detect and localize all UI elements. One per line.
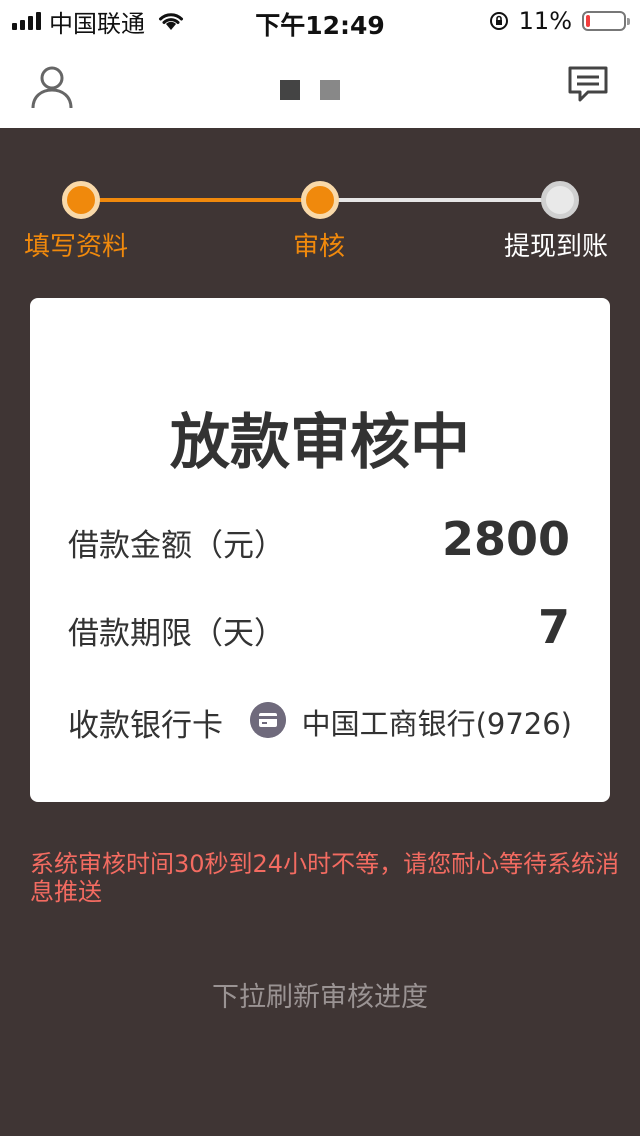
pull-refresh-hint[interactable]: 下拉刷新审核进度: [0, 975, 640, 1014]
bank-card-value: 中国工商银行(9726): [301, 707, 572, 741]
progress-line-pending: [320, 198, 560, 202]
page-dot: [280, 80, 300, 100]
bank-card-label: 收款银行卡: [68, 708, 223, 744]
battery-fill: [586, 15, 590, 27]
status-bar: 中国联通 下午12:49 11%: [0, 0, 640, 42]
step-label-fill-info: 填写资料: [24, 232, 129, 262]
step-label-withdraw: 提现到账: [504, 232, 609, 262]
progress-line-done: [82, 198, 320, 202]
step-dot-withdraw: [541, 181, 579, 219]
step-dot-review: [301, 181, 339, 219]
bank-card-row: 收款银行卡 中国工商银行(9726): [68, 700, 572, 744]
step-dot-fill-info: [62, 181, 100, 219]
loan-amount-label: 借款金额（元）: [68, 528, 285, 564]
bank-card-icon: [250, 702, 286, 738]
profile-icon[interactable]: [28, 62, 76, 110]
loan-status-card: 放款审核中 借款金额（元） 2800 借款期限（天） 7 收款银行卡 中国工商银…: [30, 298, 610, 802]
status-bar-right: 11%: [489, 6, 630, 36]
nav-bar: [0, 42, 640, 128]
orientation-lock-icon: [489, 12, 508, 30]
review-notice: 系统审核时间30秒到24小时不等，请您耐心等待系统消息推送: [30, 850, 620, 906]
card-title: 放款审核中: [170, 408, 470, 478]
progress-steps: 填写资料 审核 提现到账: [0, 128, 640, 288]
battery-percent: 11%: [518, 7, 572, 35]
battery-icon: [582, 11, 630, 31]
page-indicator: [280, 80, 340, 100]
loan-term-label: 借款期限（天）: [68, 616, 285, 652]
page-dot: [320, 80, 340, 100]
message-icon[interactable]: [566, 62, 610, 106]
loan-term-value: 7: [537, 600, 570, 654]
step-label-review: 审核: [293, 232, 346, 262]
loan-amount-value: 2800: [441, 512, 570, 566]
